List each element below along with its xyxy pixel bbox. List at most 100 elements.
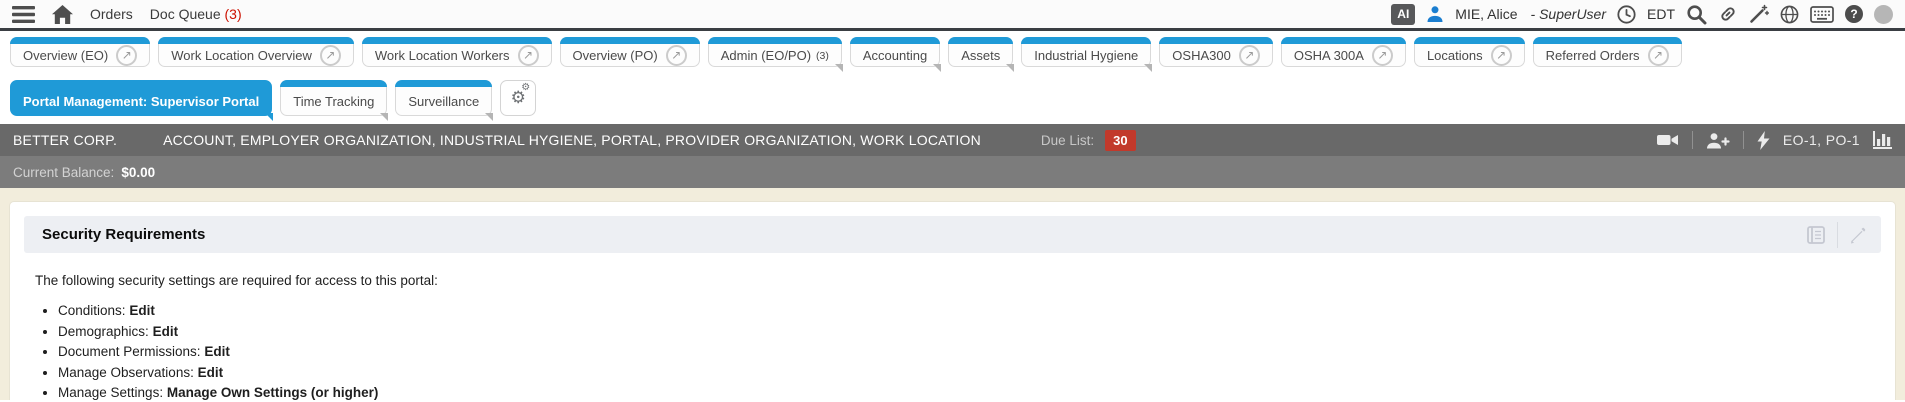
popout-icon[interactable]: [518, 45, 539, 66]
submenu-fold-icon: [1144, 64, 1152, 72]
flash-icon[interactable]: [1757, 131, 1770, 150]
due-list-label: Due List:: [1041, 133, 1094, 148]
settings-icon[interactable]: [500, 80, 536, 116]
tab-label: Referred Orders: [1546, 48, 1640, 63]
topbar-left: Orders Doc Queue (3): [12, 5, 242, 24]
requirement-name: Demographics:: [58, 324, 149, 339]
submenu-fold-icon: [380, 113, 388, 121]
popout-icon[interactable]: [1239, 45, 1260, 66]
requirement-value: Manage Own Settings (or higher): [167, 385, 379, 400]
tab[interactable]: Overview (PO): [560, 37, 700, 67]
menu-icon[interactable]: [12, 6, 35, 23]
user-icon: [1426, 5, 1444, 23]
popout-icon[interactable]: [116, 45, 137, 66]
tab-count: (3): [816, 50, 829, 62]
tab-label: Accounting: [863, 48, 927, 63]
tab[interactable]: Overview (EO): [10, 37, 150, 67]
requirement-value: Edit: [204, 344, 230, 359]
wand-icon[interactable]: [1749, 4, 1769, 24]
due-list-count-badge[interactable]: 30: [1105, 130, 1135, 151]
panel-title: Security Requirements: [42, 226, 205, 243]
search-icon[interactable]: [1686, 4, 1707, 25]
company-name: BETTER CORP.: [13, 132, 117, 148]
chart-icon[interactable]: [1873, 131, 1892, 149]
tab[interactable]: Referred Orders: [1533, 37, 1682, 67]
divider: [1837, 222, 1838, 248]
requirement-item: Document Permissions: Edit: [58, 344, 1877, 361]
submenu-fold-icon: [835, 64, 843, 72]
tab[interactable]: Accounting: [850, 37, 940, 67]
tab[interactable]: Work Location Overview: [158, 37, 354, 67]
tab-label: Surveillance: [408, 94, 479, 109]
user-role: - SuperUser: [1531, 6, 1606, 22]
submenu-fold-icon: [1006, 64, 1014, 72]
topbar-right: AI MIE, Alice - SuperUser EDT: [1391, 4, 1893, 25]
tab[interactable]: Surveillance: [395, 80, 492, 116]
tab-label: Portal Management: Supervisor Portal: [23, 94, 259, 109]
entity-refs: EO-1, PO-1: [1783, 132, 1860, 148]
tab[interactable]: Portal Management: Supervisor Portal: [10, 80, 272, 116]
tab[interactable]: Work Location Workers: [362, 37, 552, 67]
popout-icon[interactable]: [666, 45, 687, 66]
tab-label: Overview (PO): [573, 48, 658, 63]
submenu-fold-icon: [933, 64, 941, 72]
nav-doc-queue[interactable]: Doc Queue (3): [150, 6, 242, 22]
tab-label: Locations: [1427, 48, 1483, 63]
context-bar: BETTER CORP. ACCOUNT, EMPLOYER ORGANIZAT…: [0, 124, 1905, 156]
tab-label: OSHA 300A: [1294, 48, 1364, 63]
gear-small-icon: [521, 82, 530, 93]
keyboard-icon[interactable]: [1810, 6, 1834, 23]
popout-icon[interactable]: [1372, 45, 1393, 66]
requirement-item: Demographics: Edit: [58, 324, 1877, 341]
tab-label: Work Location Overview: [171, 48, 312, 63]
tab-label: OSHA300: [1172, 48, 1231, 63]
nav-orders[interactable]: Orders: [90, 6, 133, 22]
tab[interactable]: OSHA 300A: [1281, 37, 1406, 67]
balance-bar: Current Balance: $0.00: [0, 156, 1905, 188]
panel-intro: The following security settings are requ…: [35, 273, 1877, 288]
category-list: ACCOUNT, EMPLOYER ORGANIZATION, INDUSTRI…: [163, 132, 981, 148]
requirement-name: Document Permissions:: [58, 344, 201, 359]
requirement-value: Edit: [153, 324, 179, 339]
popout-icon[interactable]: [320, 45, 341, 66]
requirement-name: Manage Settings:: [58, 385, 163, 400]
tab[interactable]: Assets: [948, 37, 1013, 67]
panel-header: Security Requirements: [24, 216, 1881, 253]
panel-actions: [1805, 222, 1867, 248]
avatar[interactable]: [1874, 5, 1893, 24]
tab[interactable]: Industrial Hygiene: [1021, 37, 1151, 67]
balance-value: $0.00: [121, 165, 155, 180]
security-requirements-panel: Security Requirements The following secu…: [9, 201, 1896, 400]
tab-row-primary: Overview (EO) Work Location Overview Wor…: [0, 31, 1905, 72]
context-bar-actions: EO-1, PO-1: [1657, 131, 1892, 150]
tab[interactable]: Locations: [1414, 37, 1525, 67]
journal-icon[interactable]: [1805, 226, 1826, 244]
popout-icon[interactable]: [1648, 45, 1669, 66]
timezone-label: EDT: [1647, 6, 1675, 22]
clock-icon[interactable]: [1617, 5, 1636, 24]
balance-label: Current Balance:: [13, 165, 114, 180]
video-camera-icon[interactable]: [1657, 132, 1679, 148]
help-icon[interactable]: [1845, 5, 1863, 23]
edit-icon[interactable]: [1849, 226, 1867, 244]
requirement-item: Manage Settings: Manage Own Settings (or…: [58, 385, 1877, 400]
tab-label: Industrial Hygiene: [1034, 48, 1138, 63]
tab[interactable]: Admin (EO/PO) (3): [708, 37, 842, 67]
tab[interactable]: OSHA300: [1159, 37, 1273, 67]
requirement-name: Conditions:: [58, 303, 126, 318]
popout-icon[interactable]: [1491, 45, 1512, 66]
requirement-item: Manage Observations: Edit: [58, 365, 1877, 382]
ai-badge[interactable]: AI: [1391, 4, 1415, 25]
add-person-icon[interactable]: [1706, 132, 1730, 149]
tab-row-portal: Portal Management: Supervisor Portal Tim…: [0, 72, 1905, 124]
tab[interactable]: Time Tracking: [280, 80, 387, 116]
globe-icon[interactable]: [1780, 5, 1799, 24]
tab-label: Overview (EO): [23, 48, 108, 63]
home-icon[interactable]: [52, 5, 73, 24]
link-icon[interactable]: [1714, 0, 1742, 28]
top-bar: Orders Doc Queue (3) AI MIE, Alice - Sup…: [0, 0, 1905, 31]
user-name[interactable]: MIE, Alice: [1455, 6, 1517, 22]
tab-label: Work Location Workers: [375, 48, 510, 63]
divider: [1743, 131, 1744, 149]
doc-queue-count: (3): [225, 6, 242, 22]
